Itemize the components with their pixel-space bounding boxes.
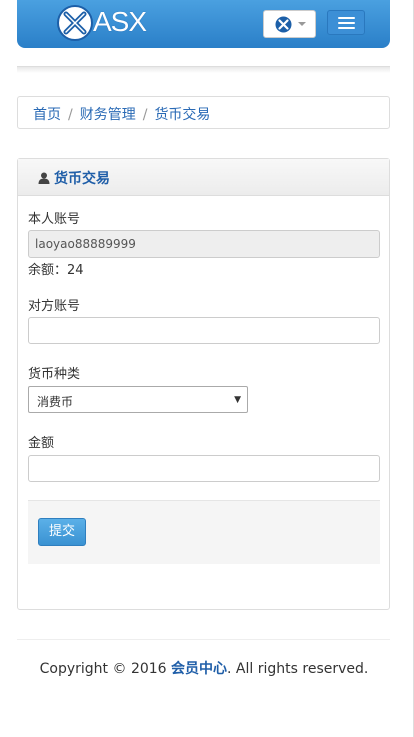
header-divider	[17, 66, 390, 73]
currency-type-value: 消费币	[37, 395, 74, 409]
footer-prefix: Copyright © 2016	[39, 661, 172, 677]
breadcrumb-finance[interactable]: 财务管理	[80, 107, 136, 123]
flag-icon	[275, 16, 292, 33]
currency-trade-panel: 货币交易 本人账号 余额：24 对方账号 货币种类 消费币 ▼ 金额 提交	[17, 158, 390, 610]
currency-type-label: 货币种类	[28, 367, 81, 382]
own-account-label: 本人账号	[28, 212, 81, 227]
brand-name[interactable]: ASX	[93, 6, 147, 38]
breadcrumb: 首页 / 财务管理 / 货币交易	[17, 96, 390, 129]
footer-suffix: . All rights reserved.	[227, 661, 369, 677]
target-account-label: 对方账号	[28, 299, 81, 314]
language-dropdown-button[interactable]	[263, 10, 316, 38]
hamburger-icon	[338, 17, 355, 19]
amount-input[interactable]	[28, 455, 380, 482]
currency-type-select[interactable]: 消费币 ▼	[28, 386, 248, 413]
breadcrumb-separator: /	[142, 107, 148, 123]
footer-divider	[17, 639, 390, 640]
dropdown-arrow-icon: ▼	[234, 395, 241, 405]
panel-title: 货币交易	[54, 171, 110, 187]
breadcrumb-currency-trade[interactable]: 货币交易	[154, 107, 210, 123]
hamburger-icon	[338, 22, 355, 24]
chevron-down-icon	[298, 22, 306, 26]
own-account-field[interactable]	[28, 230, 380, 258]
navbar: ASX	[17, 0, 390, 48]
balance-text: 余额：24	[28, 263, 84, 278]
amount-label: 金额	[28, 436, 55, 451]
breadcrumb-separator: /	[68, 107, 73, 123]
logo-icon[interactable]	[57, 5, 93, 41]
target-account-input[interactable]	[28, 317, 380, 344]
panel-heading: 货币交易	[18, 159, 389, 196]
menu-toggle-button[interactable]	[327, 10, 365, 35]
breadcrumb-home[interactable]: 首页	[33, 107, 61, 123]
form-actions: 提交	[28, 500, 380, 564]
footer-copyright: Copyright © 2016 会员中心. All rights reserv…	[0, 658, 408, 678]
submit-button[interactable]: 提交	[38, 518, 86, 546]
hamburger-icon	[338, 27, 355, 29]
user-icon	[38, 172, 50, 184]
footer-brand-link[interactable]: 会员中心	[171, 661, 227, 677]
